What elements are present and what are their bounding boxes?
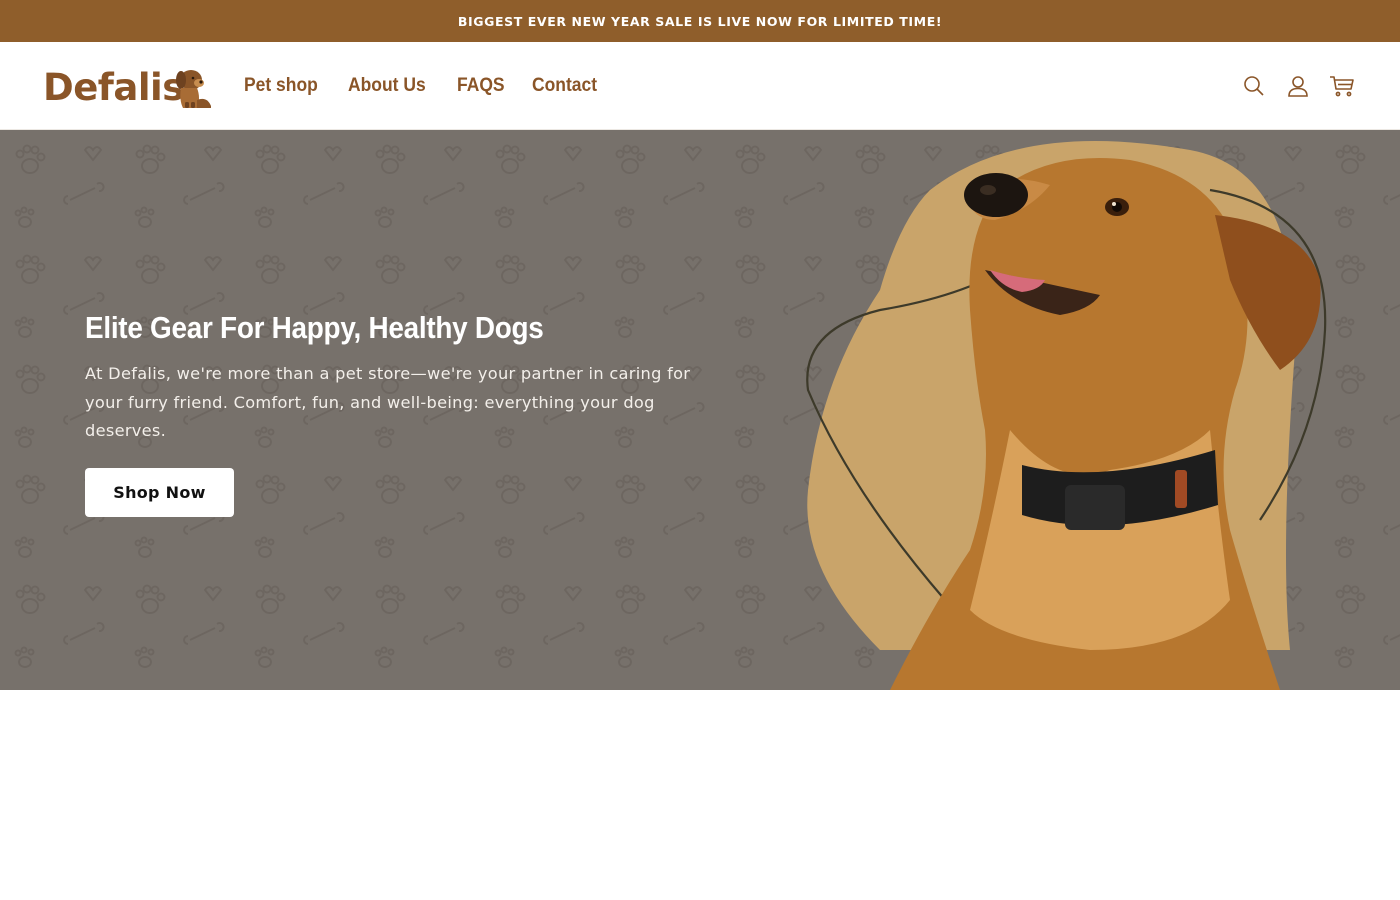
dog-logo-icon — [176, 70, 211, 108]
logo-text: Defalis — [43, 66, 184, 109]
nav-contact[interactable]: Contact — [532, 75, 597, 97]
hero-banner: Elite Gear For Happy, Healthy Dogs At De… — [0, 130, 1400, 690]
hero-content: Elite Gear For Happy, Healthy Dogs At De… — [85, 308, 705, 517]
hero-description: At Defalis, we're more than a pet store—… — [85, 364, 691, 440]
nav-faqs[interactable]: FAQS — [457, 75, 505, 97]
nav-about-us[interactable]: About Us — [348, 75, 426, 97]
dog-hero-image — [806, 141, 1327, 690]
cart-icon — [1330, 76, 1354, 97]
page-content-area — [0, 690, 1400, 900]
account-button[interactable] — [1276, 64, 1320, 108]
shop-now-button[interactable]: Shop Now — [85, 467, 234, 517]
logo[interactable]: Defalis — [43, 66, 218, 110]
hero-title: Elite Gear For Happy, Healthy Dogs — [85, 310, 544, 345]
header-icons — [1232, 42, 1364, 130]
main-nav: Pet shop About Us FAQS Contact — [244, 42, 627, 130]
cart-button[interactable] — [1320, 64, 1364, 108]
site-header: Defalis Pet shop About Us FAQS Contact — [0, 42, 1400, 130]
announcement-text: BIGGEST EVER NEW YEAR SALE IS LIVE NOW F… — [457, 13, 943, 29]
nav-pet-shop[interactable]: Pet shop — [244, 75, 318, 97]
announcement-bar: BIGGEST EVER NEW YEAR SALE IS LIVE NOW F… — [0, 0, 1400, 42]
search-icon — [1244, 76, 1264, 96]
account-icon — [1288, 76, 1308, 97]
search-button[interactable] — [1232, 64, 1276, 108]
